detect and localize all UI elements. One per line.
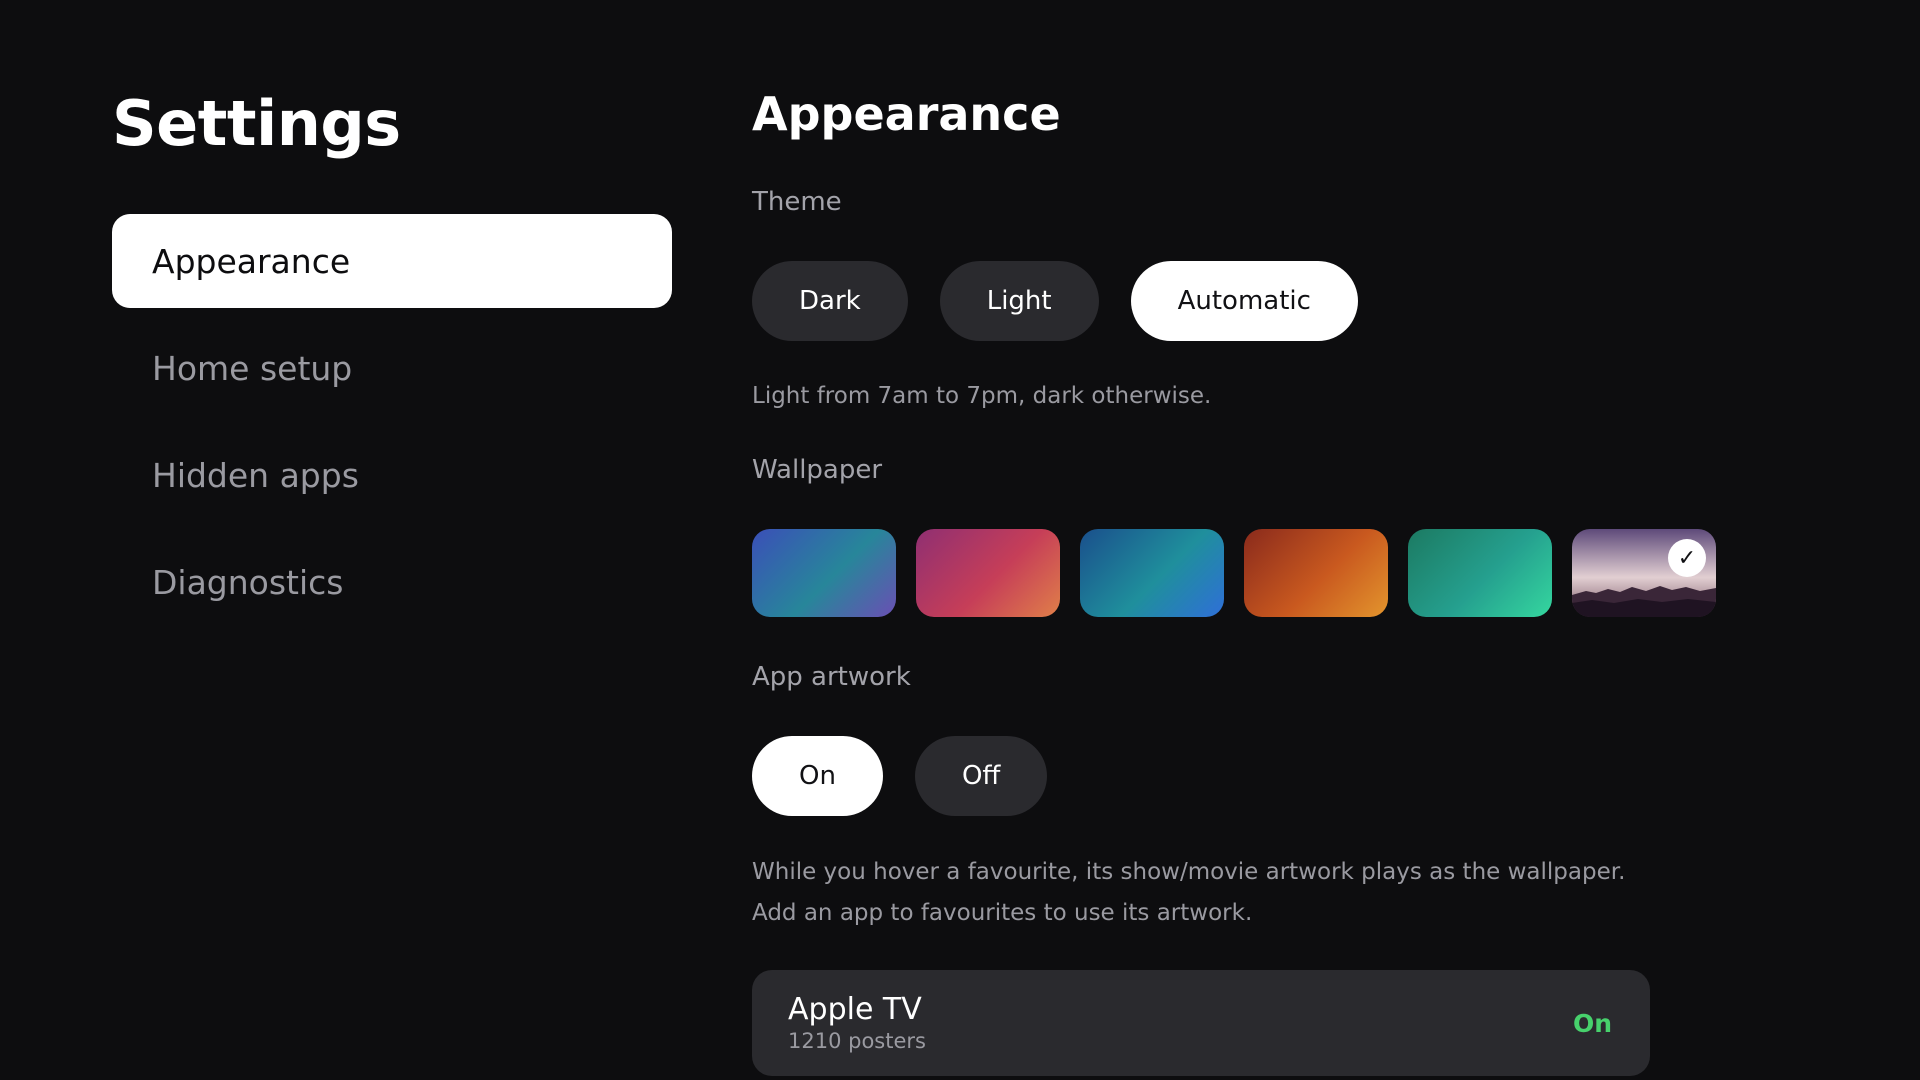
wallpaper-swatch-6[interactable]: ✓	[1572, 529, 1716, 617]
theme-light-button[interactable]: Light	[939, 261, 1099, 341]
theme-automatic-button[interactable]: Automatic	[1130, 261, 1358, 341]
app-poster-count: 1210 posters	[788, 1029, 926, 1053]
theme-dark-button[interactable]: Dark	[752, 261, 908, 341]
app-artwork-label: App artwork	[752, 662, 911, 692]
theme-label: Theme	[752, 187, 842, 217]
sidebar-item-diagnostics[interactable]: Diagnostics	[112, 535, 672, 629]
app-info: Apple TV 1210 posters	[788, 992, 926, 1054]
sidebar-item-hidden-apps[interactable]: Hidden apps	[112, 428, 672, 522]
wallpaper-label: Wallpaper	[752, 455, 883, 485]
wallpaper-swatch-5[interactable]	[1408, 529, 1552, 617]
app-artwork-off-button[interactable]: Off	[914, 736, 1048, 816]
sidebar: Appearance Home setup Hidden apps Diagno…	[112, 214, 672, 642]
wallpaper-options: ✓	[752, 529, 1716, 617]
app-name: Apple TV	[788, 992, 922, 1027]
app-artwork-options: On Off	[752, 736, 1048, 816]
theme-options: Dark Light Automatic	[752, 261, 1358, 341]
section-title: Appearance	[752, 87, 1061, 141]
app-artwork-row[interactable]: Apple TV 1210 posters On	[752, 970, 1650, 1076]
sidebar-item-home-setup[interactable]: Home setup	[112, 321, 672, 415]
app-artwork-description: While you hover a favourite, its show/mo…	[752, 859, 1626, 926]
app-artwork-on-button[interactable]: On	[752, 736, 883, 816]
wallpaper-swatch-2[interactable]	[916, 529, 1060, 617]
wallpaper-swatch-3[interactable]	[1080, 529, 1224, 617]
page-title: Settings	[112, 87, 401, 160]
theme-description: Light from 7am to 7pm, dark otherwise.	[752, 383, 1212, 409]
sidebar-item-appearance[interactable]: Appearance	[112, 214, 672, 308]
check-icon: ✓	[1668, 539, 1706, 577]
wallpaper-swatch-4[interactable]	[1244, 529, 1388, 617]
app-status: On	[1572, 1008, 1612, 1038]
wallpaper-swatch-1[interactable]	[752, 529, 896, 617]
